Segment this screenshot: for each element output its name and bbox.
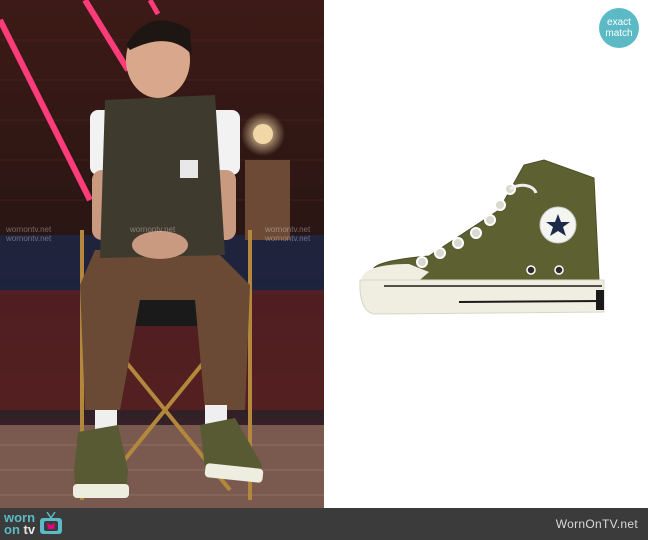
exact-match-badge[interactable]: exact match <box>599 8 639 48</box>
outfit-photo: wornontv.net wornontv.net wornontv.net w… <box>0 0 324 508</box>
outfit-photo-scene <box>0 0 324 508</box>
watermark: wornontv.net <box>6 225 52 234</box>
logo-text: worn on tv <box>4 511 36 537</box>
logo-tv: tv <box>23 522 36 537</box>
watermark: wornontv.net <box>6 234 52 243</box>
logo-on: on <box>4 522 20 537</box>
site-logo[interactable]: worn on tv <box>4 511 64 537</box>
badge-line-1: exact <box>607 17 631 28</box>
footer-site-name[interactable]: WornOnTV.net <box>556 517 638 531</box>
sneaker-product-image <box>359 159 605 315</box>
badge-line-2: match <box>605 28 633 39</box>
watermark: wornontv.net <box>265 234 311 243</box>
watermark: wornontv.net <box>265 225 311 234</box>
tv-set-icon <box>40 512 63 534</box>
product-image-panel[interactable] <box>324 0 648 508</box>
footer-bar: worn on tv WornOnTV.net <box>0 508 648 540</box>
watermark: wornontv.net <box>130 225 176 234</box>
